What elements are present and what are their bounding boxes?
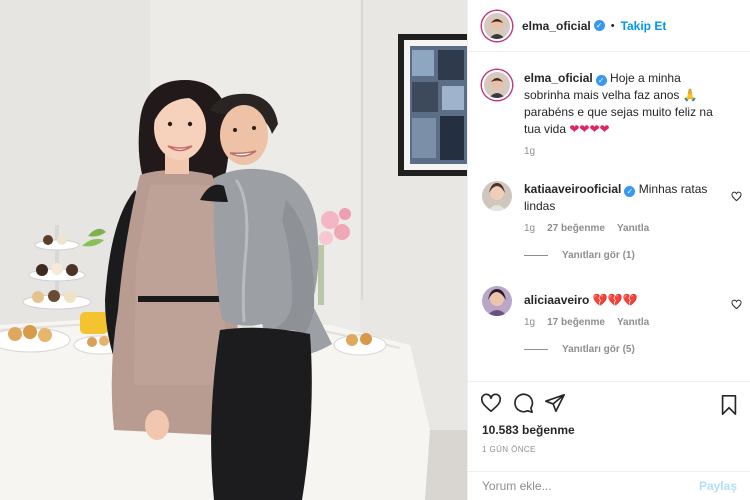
like-comment-heart-icon[interactable] (731, 191, 742, 202)
reply-button[interactable]: Yanıtla (617, 223, 649, 234)
avatar-image (484, 72, 510, 98)
comment-meta: 1g 17 beğenme Yanıtla (524, 317, 742, 328)
caption-time[interactable]: 1g (524, 146, 535, 157)
action-icons (480, 392, 566, 414)
comment-item: katiaaveirooficial ✓ Minhas ratas lindas … (482, 181, 742, 261)
verified-badge-icon: ✓ (593, 20, 605, 31)
pray-emoji-icon: 🙏 (682, 88, 698, 102)
caption-meta: 1g (524, 146, 742, 157)
bookmark-icon[interactable] (719, 394, 739, 416)
add-comment-bar: Paylaş (468, 471, 750, 500)
avatar-image (482, 181, 512, 211)
comment-input[interactable] (482, 479, 699, 493)
post-date: 1 GÜN ÖNCE (482, 445, 536, 454)
follow-button[interactable]: Takip Et (621, 19, 667, 33)
caption-text: elma_oficial ✓ Hoje a minha sobrinha mais… (524, 70, 720, 138)
post-header: elma_oficial ✓ • Takip Et (468, 0, 750, 52)
avatar-image (484, 12, 510, 39)
like-comment-heart-icon[interactable] (731, 299, 742, 310)
view-replies-label: Yanıtları gör (5) (562, 344, 635, 355)
verified-badge-icon: ✓ (595, 75, 607, 86)
view-replies-button[interactable]: Yanıtları gör (1) (524, 250, 742, 261)
share-paper-plane-icon[interactable] (544, 392, 566, 414)
comment-bubble-icon[interactable] (512, 392, 534, 414)
comment-text: aliciaaveiro 💔💔💔 (524, 286, 720, 309)
commenter-avatar[interactable] (482, 286, 512, 316)
comment-username[interactable]: aliciaaveiro (524, 293, 589, 307)
comment-meta: 1g 27 beğenme Yanıtla (524, 223, 742, 234)
post-actions: 10.583 beğenme 1 GÜN ÖNCE (468, 381, 750, 471)
broken-heart-emoji-icon: 💔💔💔 (592, 293, 638, 307)
like-heart-icon[interactable] (480, 392, 502, 414)
verified-badge-icon: ✓ (624, 186, 636, 197)
photo-illustration (0, 0, 467, 500)
comment-time[interactable]: 1g (524, 223, 535, 234)
view-replies-button[interactable]: Yanıtları gör (5) (524, 344, 742, 355)
comment-text: katiaaveirooficial ✓ Minhas ratas lindas (524, 181, 720, 215)
comments-list[interactable]: elma_oficial ✓ Hoje a minha sobrinha mais… (468, 53, 750, 381)
instagram-post: elma_oficial ✓ • Takip Et elma_oficial✓ (0, 0, 750, 500)
author-avatar[interactable] (482, 10, 512, 41)
caption-username[interactable]: elma_oficial (524, 71, 593, 85)
comment-username[interactable]: katiaaveirooficial (524, 182, 621, 196)
post-photo[interactable] (0, 0, 467, 500)
hearts-emoji-icon: ❤❤❤❤ (569, 122, 610, 136)
save-bookmark[interactable] (719, 394, 739, 416)
caption-text-after: parabéns e que sejas muito feliz na tua … (524, 105, 713, 136)
header-separator: • (610, 19, 615, 32)
likes-count[interactable]: 10.583 beğenme (482, 423, 575, 437)
comment-time[interactable]: 1g (524, 317, 535, 328)
avatar-image (482, 286, 512, 316)
post-side-panel: elma_oficial ✓ • Takip Et elma_oficial✓ (467, 0, 750, 500)
post-comment-button[interactable]: Paylaş (699, 479, 737, 493)
commenter-avatar[interactable] (482, 181, 512, 211)
comment-likes[interactable]: 17 beğenme (547, 317, 605, 328)
view-replies-label: Yanıtları gör (1) (562, 250, 635, 261)
caption: elma_oficial ✓ Hoje a minha sobrinha mais… (482, 70, 742, 157)
reply-button[interactable]: Yanıtla (617, 317, 649, 328)
caption-avatar[interactable] (482, 70, 512, 100)
author-username[interactable]: elma_oficial (522, 19, 591, 33)
comment-likes[interactable]: 27 beğenme (547, 223, 605, 234)
comment-item: aliciaaveiro 💔💔💔 1g 17 beğenme Yanıtla Y… (482, 286, 742, 355)
